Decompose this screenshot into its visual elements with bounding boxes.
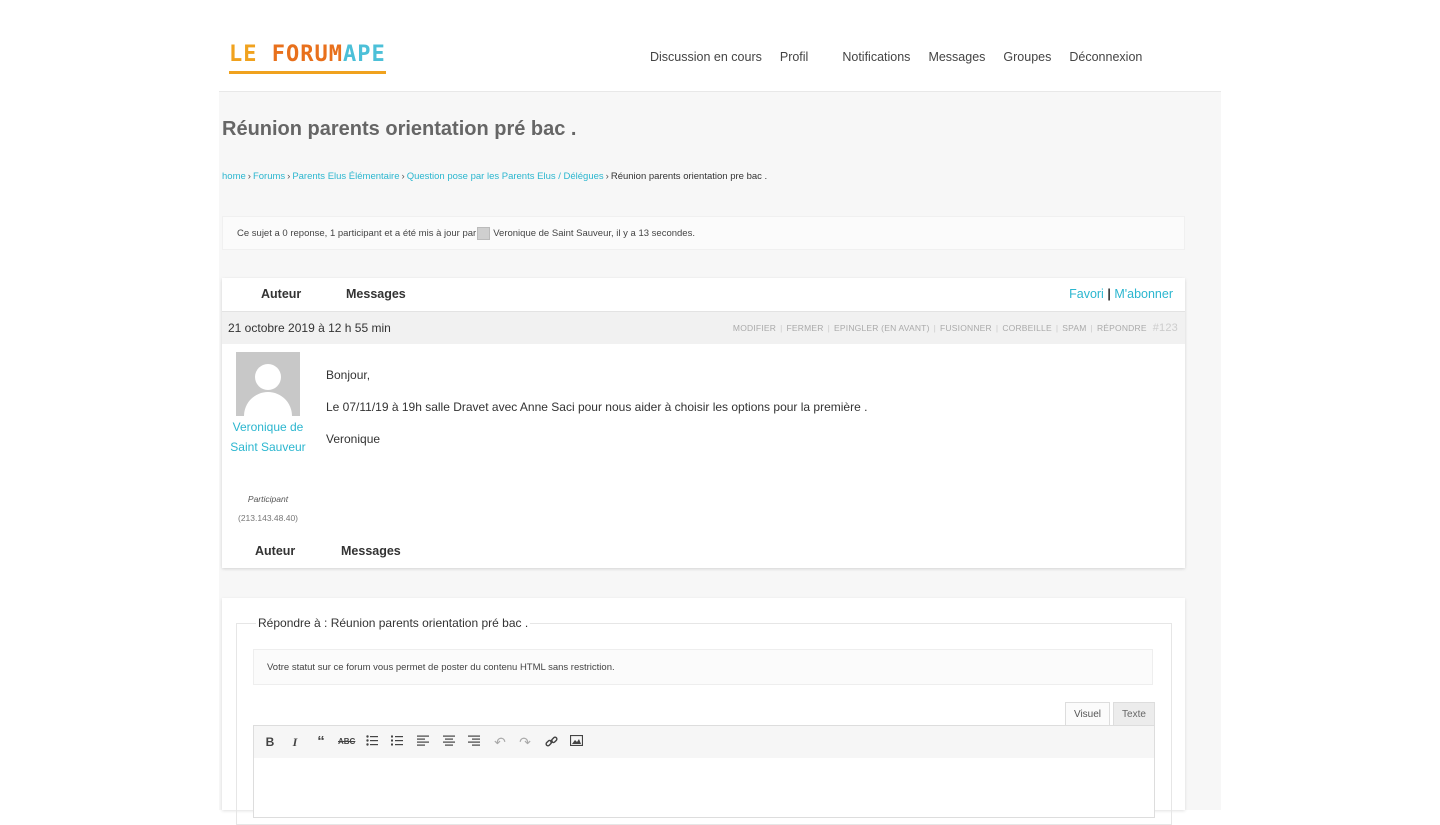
italic-icon[interactable]: I [287, 735, 303, 749]
reply-legend: Répondre à : Réunion parents orientation… [256, 616, 531, 630]
avatar-mini-icon [477, 226, 491, 240]
post-paragraph: Le 07/11/19 à 19h salle Dravet avec Anne… [326, 400, 868, 414]
main-nav: Discussion en cours Profil Notifications… [650, 50, 1160, 64]
post-admin-links: MODIFIER | FERMER | EPINGLER (EN AVANT) | FUSI… [732, 322, 1178, 334]
admin-spam[interactable]: SPAM [1062, 323, 1086, 333]
align-center-icon[interactable] [441, 735, 457, 749]
breadcrumb-question[interactable]: Question pose par les Parents Elus / Dél… [407, 171, 604, 182]
undo-icon[interactable]: ↶ [492, 735, 508, 749]
author-ip: (213.143.48.40) [237, 513, 299, 523]
html-permission-notice: Votre statut sur ce forum vous permet de… [253, 649, 1153, 685]
post-number[interactable]: #123 [1153, 322, 1178, 334]
notice-user: Veronique de Saint Sauveur [493, 228, 612, 239]
col-author: Auteur [261, 287, 302, 301]
main-content: Réunion parents orientation pré bac . ho… [219, 92, 1221, 825]
action-separator: | [1107, 287, 1111, 301]
logo-part-ape: APE [342, 42, 386, 67]
tab-texte[interactable]: Texte [1113, 702, 1155, 726]
redo-icon[interactable]: ↷ [517, 735, 533, 749]
breadcrumb-parents-elus[interactable]: Parents Elus Élémentaire [292, 171, 399, 182]
editor-toolbar: B I “ ABC ↶ ↷ [253, 725, 1155, 759]
table-header: Auteur Messages Favori | M'abonner [222, 278, 1185, 310]
align-right-icon[interactable] [466, 735, 482, 749]
page-title: Réunion parents orientation pré bac . [222, 118, 577, 140]
post-content: Bonjour, Le 07/11/19 à 19h salle Dravet … [326, 368, 867, 464]
footer-col-author: Auteur [255, 544, 296, 558]
author-name-link[interactable]: Veronique de Saint Sauveur [228, 418, 308, 457]
logo-part-le: LE [229, 42, 272, 67]
strikethrough-icon[interactable]: ABC [338, 735, 355, 749]
subscribe-link[interactable]: M'abonner [1114, 287, 1173, 301]
admin-fusionner[interactable]: FUSIONNER [940, 323, 992, 333]
admin-fermer[interactable]: FERMER [787, 323, 824, 333]
admin-epingler[interactable]: EPINGLER (EN AVANT) [834, 323, 930, 333]
reply-editor[interactable] [253, 758, 1155, 818]
nav-discussion[interactable]: Discussion en cours [650, 50, 762, 64]
reply-form: Répondre à : Réunion parents orientation… [222, 598, 1185, 825]
post-header: 21 octobre 2019 à 12 h 55 min MODIFIER | F… [222, 311, 1185, 344]
post-paragraph: Bonjour, [326, 368, 371, 382]
admin-corbeille[interactable]: CORBEILLE [1002, 323, 1052, 333]
breadcrumb-home[interactable]: home [222, 171, 246, 182]
link-icon[interactable] [543, 735, 559, 751]
post-date: 21 octobre 2019 à 12 h 55 min [228, 321, 391, 335]
author-avatar[interactable] [236, 352, 300, 416]
topic-notice: Ce sujet a 0 reponse, 1 participant et a… [222, 216, 1185, 250]
align-left-icon[interactable] [415, 735, 431, 749]
image-icon[interactable] [568, 734, 584, 749]
post-paragraph: Veronique [326, 432, 381, 446]
favori-link[interactable]: Favori [1069, 287, 1104, 301]
nav-notifications[interactable]: Notifications [842, 50, 910, 64]
col-messages: Messages [346, 287, 406, 301]
admin-repondre[interactable]: RÉPONDRE [1097, 323, 1147, 333]
site-logo[interactable]: LE FORUMAPE [229, 42, 386, 74]
topic-posts: Auteur Messages Favori | M'abonner 21 oc… [222, 278, 1185, 568]
breadcrumb: home › Forums › Parents Elus Élémentaire › Que… [222, 171, 768, 182]
footer-col-messages: Messages [341, 544, 401, 558]
nav-messages[interactable]: Messages [928, 50, 985, 64]
topic-actions: Favori | M'abonner [1069, 287, 1173, 301]
admin-modifier[interactable]: MODIFIER [733, 323, 776, 333]
notice-text-before: Ce sujet a 0 reponse, 1 participant et a… [237, 228, 477, 239]
breadcrumb-forums[interactable]: Forums [253, 171, 285, 182]
nav-profil[interactable]: Profil [780, 50, 808, 64]
nav-groupes[interactable]: Groupes [1003, 50, 1051, 64]
notice-text-after: , il y a 13 secondes. [611, 228, 695, 239]
bullet-list-icon[interactable] [364, 735, 380, 749]
nav-deconnexion[interactable]: Déconnexion [1069, 50, 1142, 64]
author-role: Participant [247, 494, 289, 504]
numbered-list-icon[interactable] [389, 735, 405, 749]
bold-icon[interactable]: B [262, 735, 278, 749]
site-header: LE FORUMAPE Discussion en cours Profil N… [219, 0, 1221, 92]
tab-visuel[interactable]: Visuel [1065, 702, 1110, 726]
breadcrumb-current: Réunion parents orientation pre bac . [610, 171, 768, 182]
blockquote-icon[interactable]: “ [313, 734, 329, 749]
logo-part-forum: FORUM [271, 42, 343, 67]
